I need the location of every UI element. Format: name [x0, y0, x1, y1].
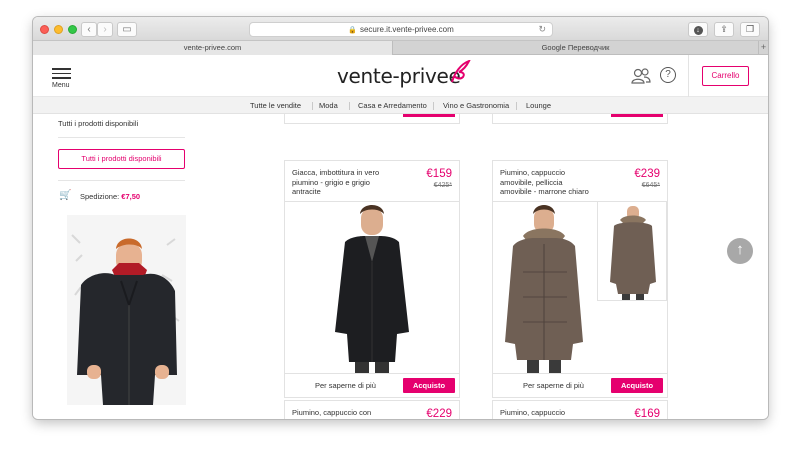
chevron-left-icon: ‹	[87, 24, 91, 35]
web-page: Menu vente-privee ? Carrello Tutte le ve…	[33, 55, 768, 419]
share-icon: ⇪	[720, 24, 728, 34]
product-name[interactable]: Piumino, cappuccio	[500, 408, 580, 418]
url-text: secure.it.vente-privee.com	[359, 25, 454, 34]
back-button[interactable]: ‹	[81, 22, 97, 37]
all-products-text: Tutti i prodotti disponibili	[58, 119, 139, 128]
card-footer: Per saperne di più Acquisto	[285, 373, 459, 397]
butterfly-logo-icon	[451, 60, 471, 83]
new-tab-button[interactable]: +	[758, 41, 768, 55]
tab-label: Google Переводчик	[541, 43, 610, 52]
card-footer-partial: Per saperne di più Acquisto	[492, 114, 668, 124]
tabs-icon: ❐	[745, 24, 755, 34]
share-button[interactable]: ⇪	[714, 22, 734, 37]
product-price: €159	[426, 168, 452, 180]
product-card[interactable]: Giacca, imbottitura in vero piumino - gr…	[284, 160, 460, 398]
card-footer: Per saperne di più Acquisto	[493, 373, 667, 397]
product-name[interactable]: Piumino, cappuccio amovibile, pelliccia …	[500, 168, 595, 197]
chevron-right-icon: ›	[103, 24, 107, 35]
parka-back-photo	[598, 202, 666, 300]
lock-icon: 🔒	[348, 27, 357, 34]
divider	[58, 137, 185, 138]
product-card[interactable]: Piumino, cappuccio €169	[492, 400, 668, 419]
cart-button[interactable]: Carrello	[702, 66, 749, 86]
nav-item-fashion[interactable]: Moda	[319, 97, 338, 114]
more-info-link[interactable]: Per saperne di più	[523, 381, 584, 390]
minimize-window-button[interactable]	[54, 25, 63, 34]
download-icon: ↓	[693, 26, 703, 35]
sidebar-icon: ▭	[122, 24, 132, 35]
zoom-window-button[interactable]	[68, 25, 77, 34]
shipping-cart-icon: 🛒	[59, 190, 72, 201]
nav-item-home[interactable]: Casa e Arredamento	[358, 97, 427, 114]
card-footer-partial: Per saperne di più Acquisto	[284, 114, 460, 124]
nav-item-lounge[interactable]: Lounge	[526, 97, 551, 114]
header-divider	[688, 55, 689, 97]
browser-window: ‹ › ▭ 🔒 secure.it.vente-privee.com ↻ ↓ ⇪ …	[33, 17, 768, 419]
product-old-price: €645*	[641, 182, 660, 189]
sidebar-toggle-button[interactable]: ▭	[117, 22, 137, 37]
jacket-photo	[285, 202, 459, 373]
product-price: €239	[634, 168, 660, 180]
model-photo	[67, 215, 186, 405]
menu-label[interactable]: Menu	[52, 82, 70, 89]
buy-button[interactable]: Acquisto	[403, 114, 455, 117]
users-icon	[631, 68, 651, 84]
site-header: Menu vente-privee ? Carrello	[33, 55, 768, 97]
product-thumbnail[interactable]	[597, 201, 667, 301]
scroll-to-top-button[interactable]: ↑	[727, 238, 753, 264]
nav-item-all-sales[interactable]: Tutte le vendite	[250, 97, 301, 114]
product-card[interactable]: Piumino, cappuccio con €229	[284, 400, 460, 419]
category-nav: Tutte le vendite Moda Casa e Arredamento…	[33, 97, 768, 114]
close-window-button[interactable]	[40, 25, 49, 34]
more-info-link[interactable]: Per saperne di più	[315, 381, 376, 390]
product-name[interactable]: Piumino, cappuccio con	[292, 408, 372, 418]
reload-icon[interactable]: ↻	[538, 23, 546, 36]
arrow-up-icon: ↑	[736, 241, 744, 258]
shipping-label: Spedizione:	[80, 192, 120, 201]
product-old-price: €425*	[433, 182, 452, 189]
browser-toolbar: ‹ › ▭ 🔒 secure.it.vente-privee.com ↻ ↓ ⇪ …	[33, 17, 768, 41]
help-icon[interactable]: ?	[660, 67, 676, 83]
shipping-price: €7,50	[121, 192, 141, 201]
account-icon[interactable]	[631, 68, 651, 88]
tabs-overview-button[interactable]: ❐	[740, 22, 760, 37]
product-price: €169	[634, 408, 660, 419]
downloads-button[interactable]: ↓	[688, 22, 708, 37]
address-bar[interactable]: 🔒 secure.it.vente-privee.com ↻	[249, 22, 553, 37]
tab-label: vente-privee.com	[183, 43, 242, 52]
forward-button[interactable]: ›	[97, 22, 113, 37]
parka-photo	[493, 202, 597, 373]
tab-bar: vente-privee.com Google Переводчик +	[33, 41, 768, 55]
all-products-button[interactable]: Tutti i prodotti disponibili	[58, 149, 185, 169]
tab-vente-privee[interactable]: vente-privee.com	[33, 41, 393, 55]
tab-google-translate[interactable]: Google Переводчик	[393, 41, 758, 55]
menu-icon[interactable]	[52, 68, 71, 82]
product-name[interactable]: Giacca, imbottitura in vero piumino - gr…	[292, 168, 387, 197]
site-logo[interactable]: vente-privee	[337, 60, 471, 90]
shipping-info: Spedizione: €7,50	[80, 192, 140, 201]
product-price: €229	[426, 408, 452, 419]
product-image[interactable]	[285, 201, 459, 373]
nav-item-wine[interactable]: Vino e Gastronomia	[443, 97, 509, 114]
product-image[interactable]	[493, 201, 597, 373]
sale-banner-image[interactable]	[67, 215, 186, 405]
product-card[interactable]: Piumino, cappuccio amovibile, pelliccia …	[492, 160, 668, 398]
divider	[58, 180, 185, 181]
buy-button[interactable]: Acquisto	[611, 378, 663, 393]
buy-button[interactable]: Acquisto	[611, 114, 663, 117]
logo-text: vente-privee	[337, 64, 461, 88]
buy-button[interactable]: Acquisto	[403, 378, 455, 393]
